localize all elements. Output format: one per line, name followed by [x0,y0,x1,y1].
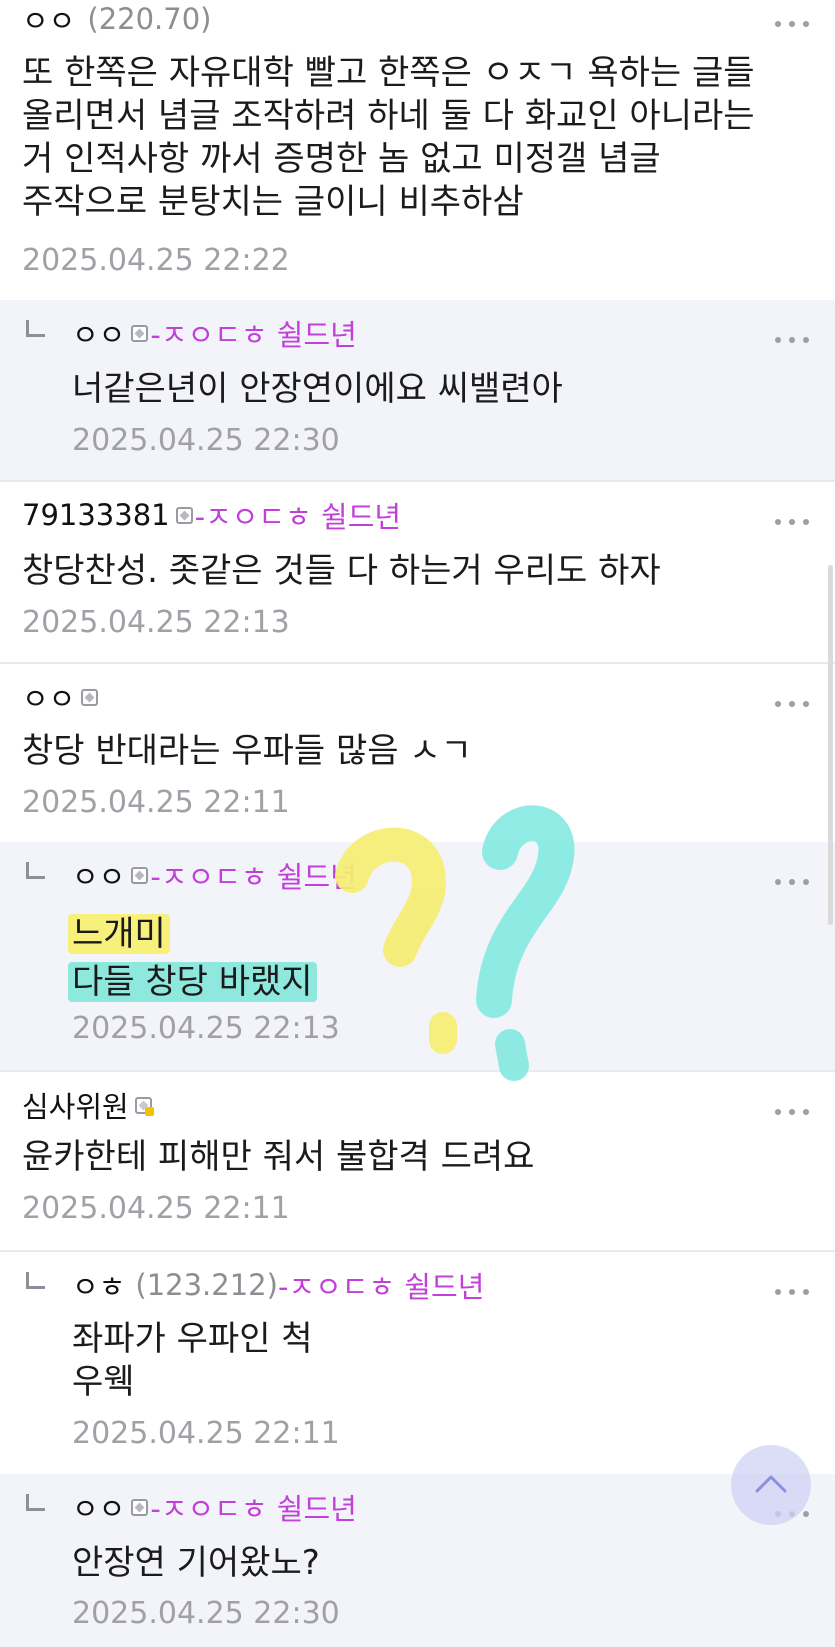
comment-text: 창당찬성. 좃같은 것들 다 하는거 우리도 하자 [22,551,661,591]
comment-header: ㅇㅇ [22,678,100,716]
comment-date: 2025.04.25 22:30 [72,1596,340,1631]
reply-arrow-icon [26,1494,45,1511]
user-tag: -ㅈㅇㄷㅎ 쉴드년 [277,1270,485,1304]
more-options-button[interactable] [775,20,809,28]
comment-date: 2025.04.25 22:22 [22,243,290,278]
fixed-nick-icon [134,1096,154,1116]
ip-address: (123.212) [135,1268,278,1302]
comment-date: 2025.04.25 22:13 [72,1011,340,1046]
more-options-button[interactable] [775,518,809,526]
comment-text: 안장연 기어왔노? [72,1543,320,1583]
fixed-nick-icon [81,688,99,706]
comment-item: ㅇㅇ (220.70) 또 한쪽은 자유대학 빨고 한쪽은 ㅇㅈㄱ 욕하는 글들… [0,0,835,300]
comment-header: 심사위원 [22,1086,154,1124]
comment-item: ㅇㅇ 창당 반대라는 우파들 많음 ㅅㄱ 2025.04.25 22:11 [0,664,835,842]
nickname[interactable]: ㅇㅇ [22,676,75,718]
more-options-button[interactable] [775,336,809,344]
comment-header: 79133381 -ㅈㅇㄷㅎ 쉴드년 [22,496,401,534]
reply-arrow-icon [26,1272,45,1289]
more-options-button[interactable] [775,878,809,886]
comment-header: ㅇㅇ -ㅈㅇㄷㅎ 쉴드년 [72,856,357,894]
highlighted-text: 다들 창당 바랬지 [68,962,317,1002]
more-dots-icon [775,701,781,707]
reply-item: ㅇㅇ -ㅈㅇㄷㅎ 쉴드년 느개미 다들 창당 바랬지 2025.04.25 22… [0,842,835,1070]
comment-date: 2025.04.25 22:11 [72,1416,340,1451]
comment-text: 느개미 다들 창당 바랬지 [68,910,317,1006]
comment-text: 너같은년이 안장연이에요 씨밸련아 [72,369,563,409]
reply-item: ㅇㅎ (123.212) -ㅈㅇㄷㅎ 쉴드년 좌파가 우파인 척 우웩 2025… [0,1252,835,1474]
comment-header: ㅇㅎ (123.212) -ㅈㅇㄷㅎ 쉴드년 [72,1266,484,1304]
reply-item: ㅇㅇ -ㅈㅇㄷㅎ 쉴드년 너같은년이 안장연이에요 씨밸련아 2025.04.2… [0,300,835,480]
more-dots-icon [775,21,781,27]
more-options-button[interactable] [775,1108,809,1116]
chevron-up-icon [755,1475,787,1493]
nickname[interactable]: 79133381 [22,498,170,532]
nickname[interactable]: ㅇㅎ [72,1264,125,1306]
more-dots-icon [775,1109,781,1115]
nickname[interactable]: ㅇㅇ [22,0,75,40]
comment-date: 2025.04.25 22:30 [72,423,340,458]
nickname[interactable]: ㅇㅇ [72,854,125,896]
reply-arrow-icon [26,862,45,879]
ip-address: (220.70) [87,2,212,36]
user-tag: -ㅈㅇㄷㅎ 쉴드년 [150,318,357,352]
scroll-to-top-button[interactable] [731,1445,811,1525]
user-tag: -ㅈㅇㄷㅎ 쉴드년 [150,860,357,894]
highlighted-text: 느개미 [68,914,170,954]
comment-date: 2025.04.25 22:11 [22,785,290,820]
nickname[interactable]: ㅇㅇ [72,312,125,354]
user-tag: -ㅈㅇㄷㅎ 쉴드년 [194,500,402,534]
comment-header: ㅇㅇ -ㅈㅇㄷㅎ 쉴드년 [72,314,357,352]
more-options-button[interactable] [775,1288,809,1296]
comment-item: 79133381 -ㅈㅇㄷㅎ 쉴드년 창당찬성. 좃같은 것들 다 하는거 우리… [0,482,835,662]
more-dots-icon [775,519,781,525]
scrollbar[interactable] [828,565,833,925]
comment-text: 윤카한테 피해만 줘서 불합격 드려요 [22,1137,535,1177]
comment-date: 2025.04.25 22:13 [22,605,290,640]
comment-text: 또 한쪽은 자유대학 빨고 한쪽은 ㅇㅈㄱ 욕하는 글들 올리면서 념글 조작하… [22,53,755,222]
comment-item: 심사위원 윤카한테 피해만 줘서 불합격 드려요 2025.04.25 22:1… [0,1072,835,1250]
comment-date: 2025.04.25 22:11 [22,1191,290,1226]
nickname[interactable]: 심사위원 [22,1084,129,1126]
reply-item: ㅇㅇ -ㅈㅇㄷㅎ 쉴드년 안장연 기어왔노? 2025.04.25 22:30 [0,1474,835,1647]
fixed-nick-icon [131,866,149,884]
more-dots-icon [775,337,781,343]
more-dots-icon [775,879,781,885]
fixed-nick-icon [131,324,149,342]
more-dots-icon [775,1289,781,1295]
fixed-nick-icon [131,1498,149,1516]
fixed-nick-icon [175,506,193,524]
comment-text: 좌파가 우파인 척 우웩 [72,1319,313,1402]
comment-header: ㅇㅇ (220.70) [22,0,211,38]
comment-text: 창당 반대라는 우파들 많음 ㅅㄱ [22,731,472,771]
more-options-button[interactable] [775,700,809,708]
nickname[interactable]: ㅇㅇ [72,1486,125,1528]
reply-arrow-icon [26,320,45,337]
comment-header: ㅇㅇ -ㅈㅇㄷㅎ 쉴드년 [72,1488,357,1526]
user-tag: -ㅈㅇㄷㅎ 쉴드년 [150,1492,357,1526]
